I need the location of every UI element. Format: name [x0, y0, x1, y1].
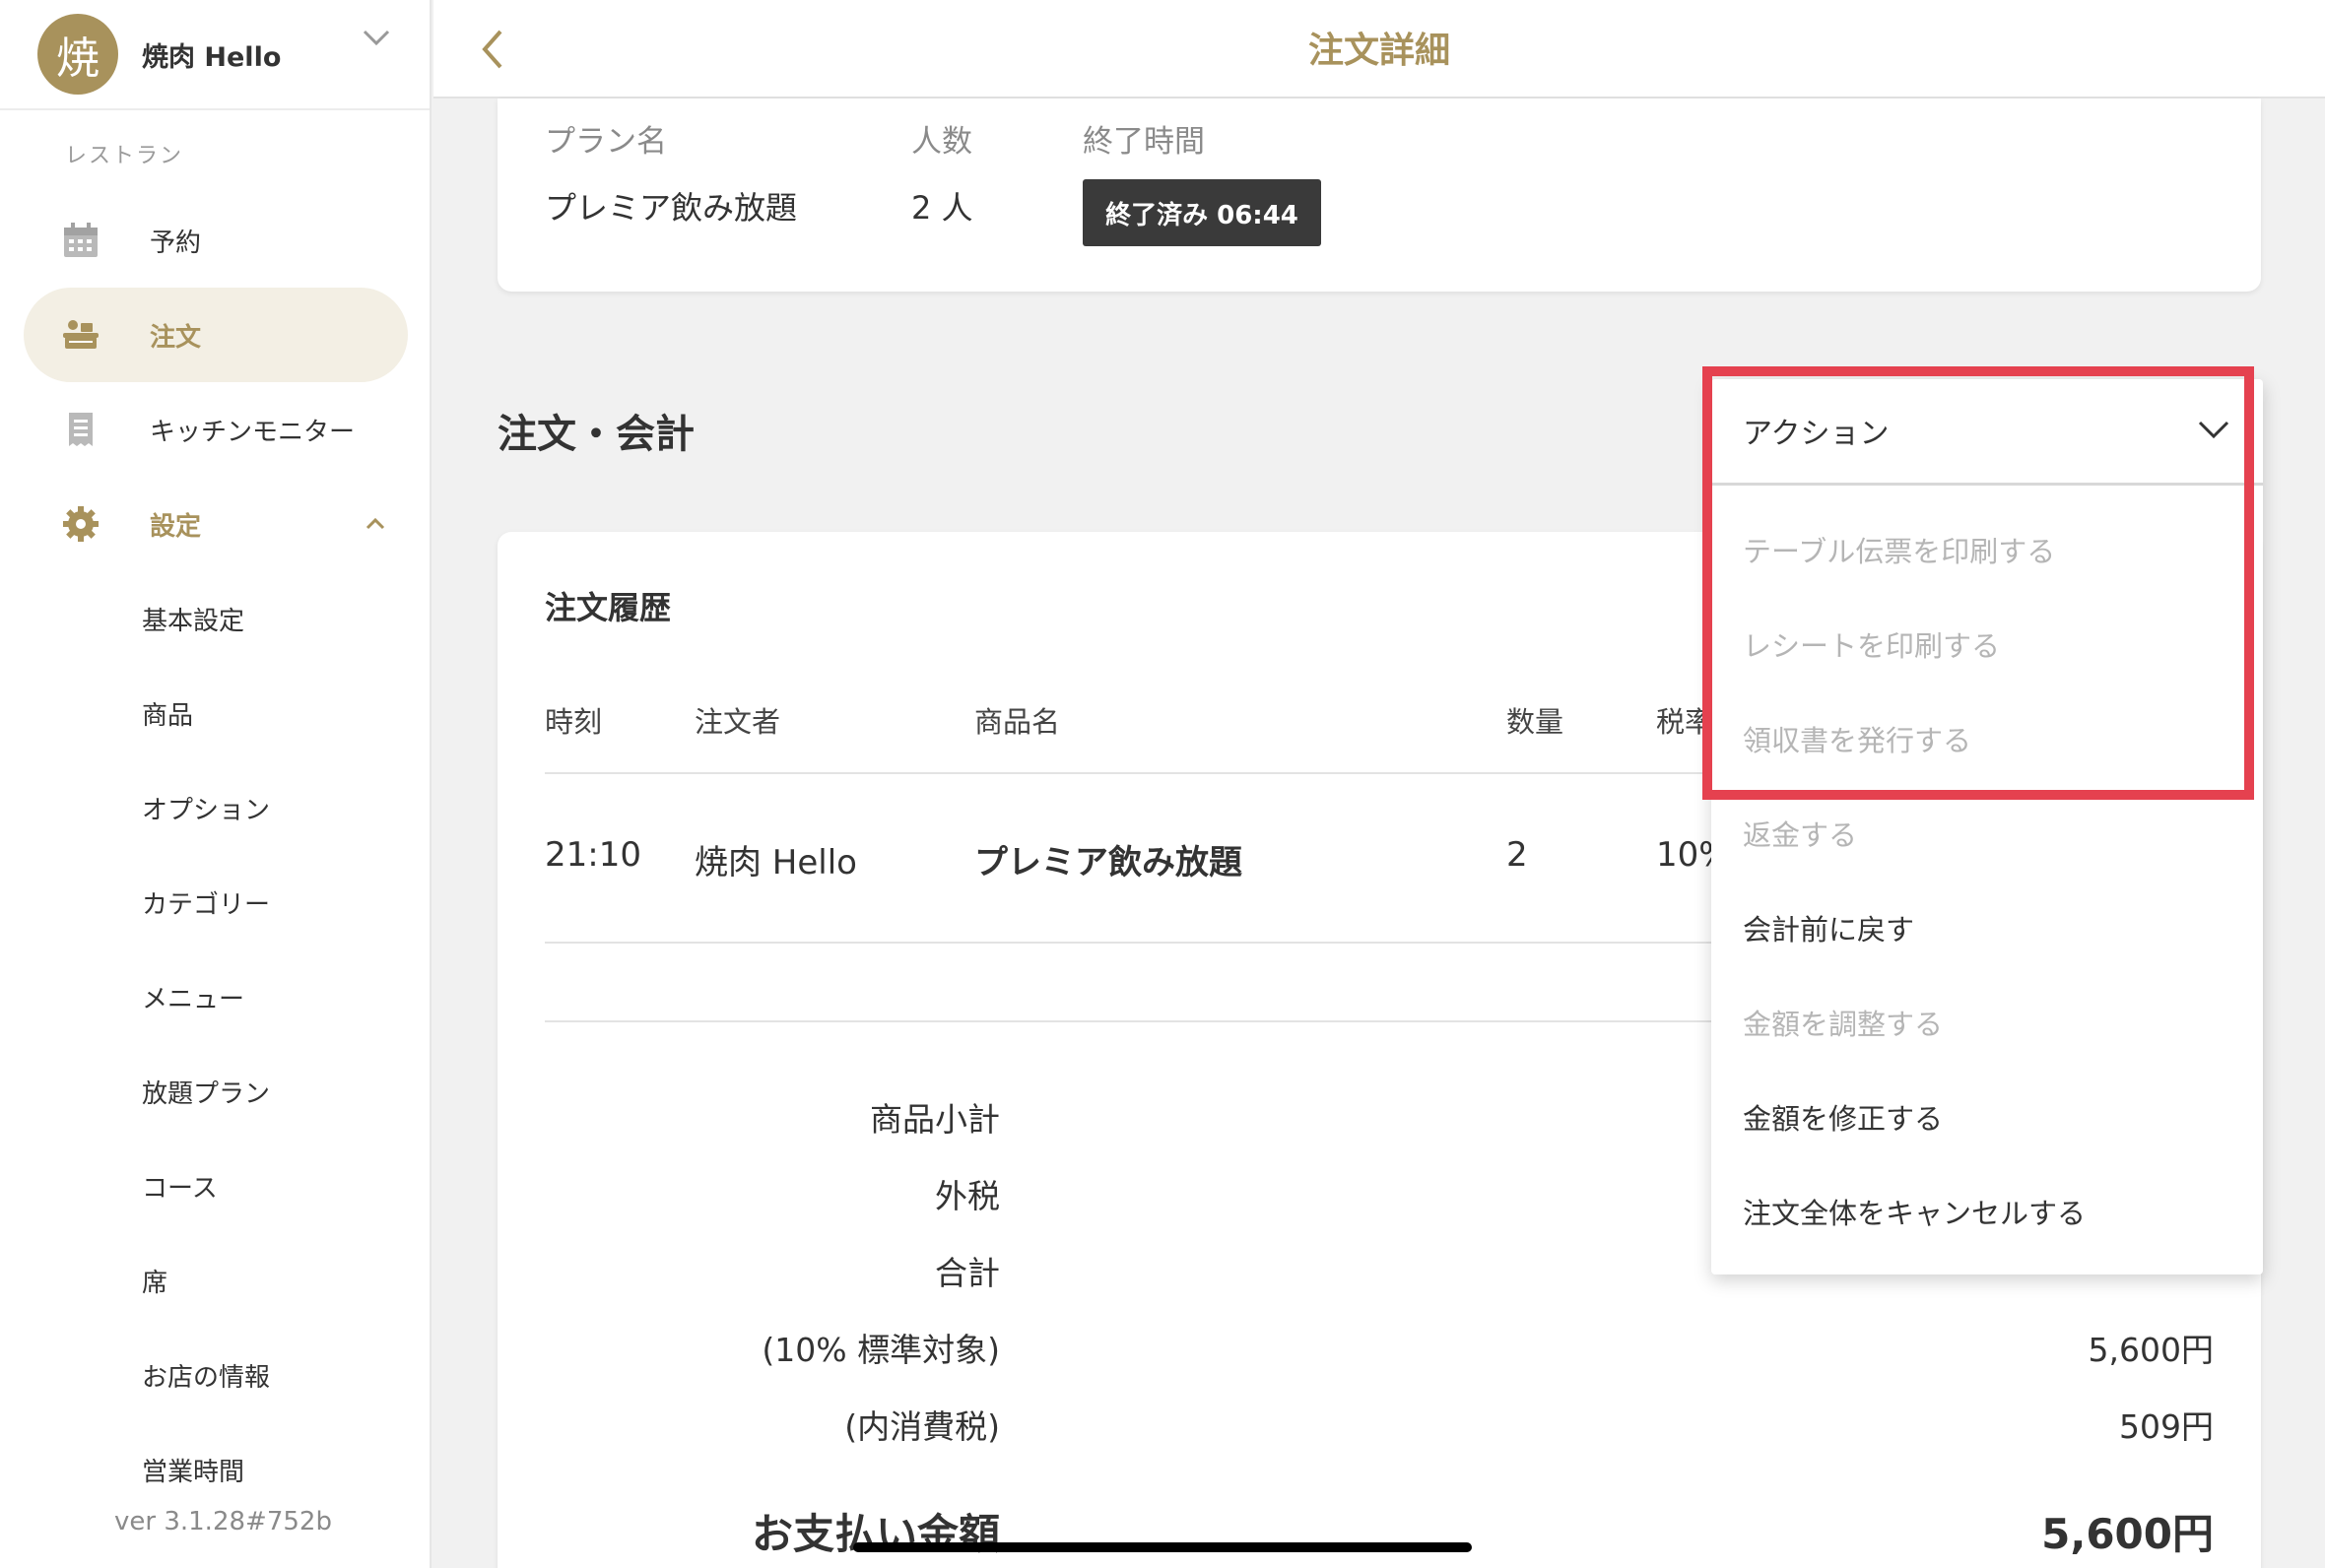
page-title: 注文詳細 — [1307, 31, 1450, 71]
column-header-tax: 税率 — [1656, 705, 1714, 739]
chevron-down-icon[interactable] — [361, 26, 392, 49]
sidebar-item-kitchen-monitor[interactable]: キッチンモニター — [24, 382, 408, 477]
menu-item-fix-amount[interactable]: 金額を修正する — [1743, 1096, 1943, 1138]
action-select[interactable]: アクション — [1711, 379, 2263, 486]
sidebar-subitem-basic-settings[interactable]: 基本設定 — [142, 601, 244, 637]
included-tax-label: (内消費税) — [844, 1407, 1000, 1446]
standard-rate-label: (10% 標準対象) — [762, 1331, 1000, 1369]
sidebar-item-reservations[interactable]: 予約 — [24, 193, 408, 288]
section-label-restaurant: レストラン — [65, 144, 184, 168]
included-tax-value: 509円 — [2119, 1407, 2214, 1446]
store-avatar: 焼 — [37, 14, 118, 95]
store-name: 焼肉 Hello — [142, 41, 282, 73]
cell-orderer: 焼肉 Hello — [695, 843, 857, 882]
top-bar: 注文詳細 — [433, 0, 2325, 98]
sidebar-item-label: 予約 — [150, 228, 202, 258]
end-time-badge: 終了済み 06:44 — [1083, 179, 1321, 246]
sidebar: 焼 焼肉 Hello レストラン 予約 注文 キッチンモニター 設定 基本設定 … — [0, 0, 432, 1568]
sidebar-item-label: 注文 — [150, 322, 202, 353]
column-header-orderer: 注文者 — [695, 705, 781, 739]
plan-name-value: プレミア飲み放題 — [545, 189, 798, 227]
plan-card: プラン名 人数 終了時間 プレミア飲み放題 2 人 終了済み 06:44 — [498, 98, 2261, 292]
sidebar-subitem-all-you-can-plans[interactable]: 放題プラン — [142, 1074, 270, 1110]
app-version: ver 3.1.28#752b — [114, 1507, 332, 1536]
cell-product: プレミア飲み放題 — [974, 843, 1242, 882]
sidebar-item-label: 設定 — [150, 511, 202, 542]
sidebar-subitem-courses[interactable]: コース — [142, 1168, 218, 1205]
action-dropdown: アクション テーブル伝票を印刷する レシートを印刷する 領収書を発行する 返金す… — [1711, 379, 2263, 1274]
sidebar-subitem-business-hours[interactable]: 営業時間 — [142, 1452, 244, 1488]
column-header-time: 時刻 — [545, 705, 603, 739]
sidebar-subitem-menu[interactable]: メニュー — [142, 979, 244, 1015]
column-header-qty: 数量 — [1506, 705, 1564, 739]
order-section-title: 注文・会計 — [498, 412, 695, 457]
people-value: 2 人 — [911, 189, 973, 227]
menu-item-refund[interactable]: 返金する — [1743, 813, 1857, 854]
gear-icon — [63, 506, 99, 542]
sidebar-subitem-seats[interactable]: 席 — [142, 1263, 167, 1299]
menu-item-issue-invoice[interactable]: 領収書を発行する — [1743, 718, 1971, 759]
column-header-product: 商品名 — [974, 705, 1061, 739]
calendar-icon — [64, 223, 98, 257]
cell-qty: 2 — [1506, 835, 1528, 875]
sidebar-subitem-products[interactable]: 商品 — [142, 695, 193, 732]
sidebar-subitem-categories[interactable]: カテゴリー — [142, 884, 270, 921]
home-indicator — [853, 1542, 1472, 1552]
chevron-down-icon — [2198, 421, 2229, 439]
cell-time: 21:10 — [545, 835, 641, 875]
sidebar-item-orders[interactable]: 注文 — [24, 288, 408, 382]
menu-item-revert-checkout[interactable]: 会計前に戻す — [1743, 907, 1914, 948]
menu-item-cancel-order[interactable]: 注文全体をキャンセルする — [1743, 1191, 2086, 1232]
sidebar-subitem-store-info[interactable]: お店の情報 — [142, 1357, 270, 1394]
menu-item-print-receipt[interactable]: レシートを印刷する — [1743, 623, 2000, 665]
sidebar-subitem-options[interactable]: オプション — [142, 790, 270, 826]
people-header: 人数 — [911, 124, 972, 160]
total-label: 合計 — [935, 1254, 1000, 1292]
standard-rate-value: 5,600円 — [2088, 1331, 2214, 1369]
end-time-header: 終了時間 — [1083, 124, 1205, 160]
order-history-title: 注文履歴 — [545, 589, 672, 626]
action-select-label: アクション — [1743, 417, 1890, 451]
store-switcher[interactable]: 焼 焼肉 Hello — [0, 0, 430, 110]
payment-amount-value: 5,600円 — [2041, 1510, 2214, 1558]
receipt-icon — [69, 413, 93, 446]
order-tray-icon — [63, 320, 99, 349]
sidebar-item-label: キッチンモニター — [150, 417, 356, 447]
subtotal-label: 商品小計 — [870, 1100, 1000, 1139]
sidebar-item-settings[interactable]: 設定 — [24, 477, 408, 571]
chevron-up-icon[interactable] — [365, 516, 386, 532]
menu-item-print-table-slip[interactable]: テーブル伝票を印刷する — [1743, 529, 2055, 570]
plan-name-header: プラン名 — [545, 124, 667, 160]
external-tax-label: 外税 — [935, 1177, 1000, 1215]
menu-item-adjust-amount[interactable]: 金額を調整する — [1743, 1002, 1943, 1043]
